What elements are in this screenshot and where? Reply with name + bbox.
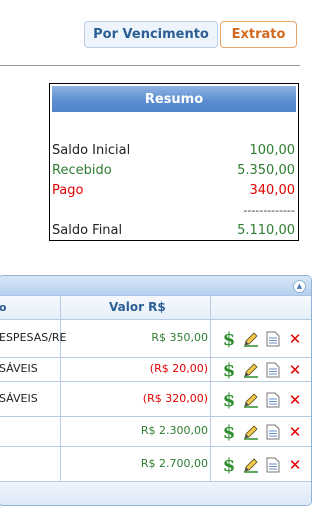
pencil-icon[interactable] (242, 361, 260, 379)
saldo-final-value: 5.110,00 (237, 222, 295, 238)
delete-x-icon[interactable]: ✕ (286, 423, 304, 441)
document-icon[interactable] (264, 423, 282, 441)
resumo-separator-row: ------------- (52, 201, 295, 219)
recebido-value: 5.350,00 (237, 162, 295, 178)
row-description: SÁVEIS (0, 362, 38, 375)
divider (0, 65, 300, 66)
delete-x-icon[interactable]: ✕ (286, 330, 304, 348)
document-icon[interactable] (264, 391, 282, 409)
dollar-icon[interactable]: $ (220, 422, 238, 443)
row-actions: $ ✕ (220, 422, 310, 443)
pencil-icon[interactable] (242, 456, 260, 474)
pencil-icon[interactable] (242, 330, 260, 348)
pago-value: 340,00 (249, 182, 296, 198)
delete-x-icon[interactable]: ✕ (286, 456, 304, 474)
dollar-icon[interactable]: $ (220, 455, 238, 476)
pencil-icon[interactable] (242, 423, 260, 441)
dollar-icon[interactable]: $ (220, 360, 238, 381)
row-valor: R$ 350,00 (151, 331, 208, 344)
column-header-description[interactable]: o (0, 301, 7, 314)
saldo-final-row: Saldo Final 5.110,00 (52, 221, 295, 239)
row-valor: (R$ 20,00) (149, 362, 208, 375)
grid-footer (0, 482, 311, 505)
row-valor: R$ 2.300,00 (140, 424, 208, 437)
document-icon[interactable] (264, 361, 282, 379)
recebido-row: Recebido 5.350,00 (52, 161, 295, 179)
delete-x-icon[interactable]: ✕ (286, 391, 304, 409)
saldo-final-label: Saldo Final (52, 222, 123, 238)
row-actions: $ ✕ (220, 455, 310, 476)
resumo-separator: ------------- (243, 203, 295, 217)
row-description: ESPESAS/RE (0, 331, 67, 344)
table-row: ESPESAS/RE R$ 350,00 $ ✕ (0, 320, 311, 358)
row-actions: $ ✕ (220, 360, 310, 381)
saldo-inicial-label: Saldo Inicial (52, 142, 131, 158)
pago-label: Pago (52, 182, 84, 198)
column-header-valor[interactable]: Valor R$ (109, 300, 166, 314)
tab-extrato[interactable]: Extrato (220, 21, 297, 48)
table-row: R$ 2.300,00 $ ✕ (0, 417, 311, 447)
transactions-grid: ▲ o Valor R$ ESPESAS/RER$ 350,00$✕SÁVEIS… (0, 275, 312, 506)
dollar-icon[interactable]: $ (220, 329, 238, 350)
pago-row: Pago 340,00 (52, 181, 295, 199)
row-valor: (R$ 320,00) (142, 392, 208, 405)
table-row: R$ 2.700,00 $ ✕ (0, 447, 311, 482)
delete-x-icon[interactable]: ✕ (286, 361, 304, 379)
row-actions: $ ✕ (220, 329, 310, 350)
document-icon[interactable] (264, 330, 282, 348)
row-valor: R$ 2.700,00 (140, 457, 208, 470)
grid-header: o Valor R$ (0, 296, 311, 320)
row-description: SÁVEIS (0, 392, 38, 405)
pencil-icon[interactable] (242, 391, 260, 409)
chevron-up-icon[interactable]: ▲ (293, 280, 306, 293)
grid-titlebar: ▲ (0, 276, 311, 296)
table-row: SÁVEIS (R$ 320,00) $ ✕ (0, 382, 311, 417)
saldo-inicial-value: 100,00 (249, 142, 296, 158)
resumo-title: Resumo (52, 86, 296, 112)
table-row: SÁVEIS (R$ 20,00) $ ✕ (0, 358, 311, 382)
saldo-inicial-row: Saldo Inicial 100,00 (52, 141, 295, 159)
document-icon[interactable] (264, 456, 282, 474)
tab-por-vencimento[interactable]: Por Vencimento (84, 21, 218, 48)
row-actions: $ ✕ (220, 390, 310, 411)
dollar-icon[interactable]: $ (220, 390, 238, 411)
recebido-label: Recebido (52, 162, 112, 178)
